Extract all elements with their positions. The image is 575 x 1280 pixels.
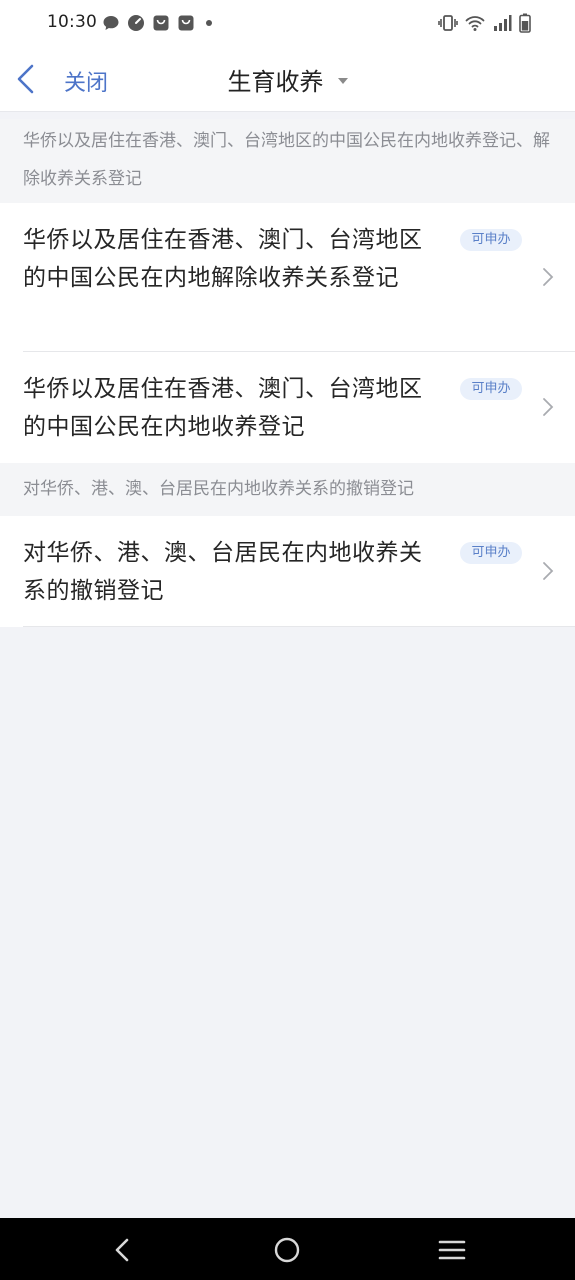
- caret-down-icon: [337, 77, 348, 84]
- section-header-text: 对华侨、港、澳、台居民在内地收养关系的撤销登记: [23, 479, 414, 499]
- list-item[interactable]: 对华侨、港、澳、台居民在内地收养关系的撤销登记 可申办: [0, 516, 575, 627]
- recents-icon: [438, 1240, 466, 1260]
- system-back-button[interactable]: [100, 1234, 144, 1266]
- status-badge: 可申办: [460, 378, 522, 400]
- nav-bar: 关闭 生育收养: [0, 46, 575, 112]
- system-recents-button[interactable]: [430, 1234, 474, 1266]
- list-item[interactable]: 华侨以及居住在香港、澳门、台湾地区的中国公民在内地收养登记 可申办: [0, 352, 575, 463]
- status-badge: 可申办: [460, 542, 522, 564]
- section-header-text: 华侨以及居住在香港、澳门、台湾地区的中国公民在内地收养登记、解除收养关系登记: [23, 131, 550, 189]
- gauge-icon: [128, 15, 144, 31]
- battery-icon: [519, 13, 531, 33]
- title-dropdown[interactable]: 生育收养: [0, 62, 575, 97]
- chevron-right-icon: [543, 268, 554, 286]
- bag-icon: [178, 15, 194, 31]
- item-title: 华侨以及居住在香港、澳门、台湾地区的中国公民在内地解除收养关系登记: [23, 227, 423, 291]
- system-home-button[interactable]: [265, 1234, 309, 1266]
- page-title: 生育收养: [227, 68, 324, 96]
- dot-icon: [206, 20, 212, 26]
- vibrate-icon: [438, 15, 458, 31]
- section-header: 华侨以及居住在香港、澳门、台湾地区的中国公民在内地收养登记、解除收养关系登记: [0, 119, 575, 203]
- status-badge: 可申办: [460, 229, 522, 251]
- item-title: 对华侨、港、澳、台居民在内地收养关系的撤销登记: [23, 540, 423, 604]
- section-header: 对华侨、港、澳、台居民在内地收养关系的撤销登记: [0, 463, 575, 516]
- chevron-right-icon: [543, 398, 554, 416]
- wifi-icon: [465, 16, 485, 31]
- status-time: 10:30: [47, 12, 97, 32]
- home-icon: [274, 1237, 300, 1263]
- status-bar: 10:30: [0, 0, 575, 46]
- system-status-icons: [438, 13, 531, 33]
- notification-icons: [102, 13, 216, 33]
- signal-icon: [494, 15, 512, 31]
- list-item[interactable]: 华侨以及居住在香港、澳门、台湾地区的中国公民在内地解除收养关系登记 可申办: [0, 203, 575, 352]
- chevron-right-icon: [543, 562, 554, 580]
- bag-icon: [153, 15, 169, 31]
- item-title: 华侨以及居住在香港、澳门、台湾地区的中国公民在内地收养登记: [23, 376, 423, 440]
- system-nav-bar: [0, 1218, 575, 1280]
- divider: [23, 626, 575, 627]
- chat-bubble-icon: [103, 16, 119, 30]
- back-icon: [115, 1238, 129, 1262]
